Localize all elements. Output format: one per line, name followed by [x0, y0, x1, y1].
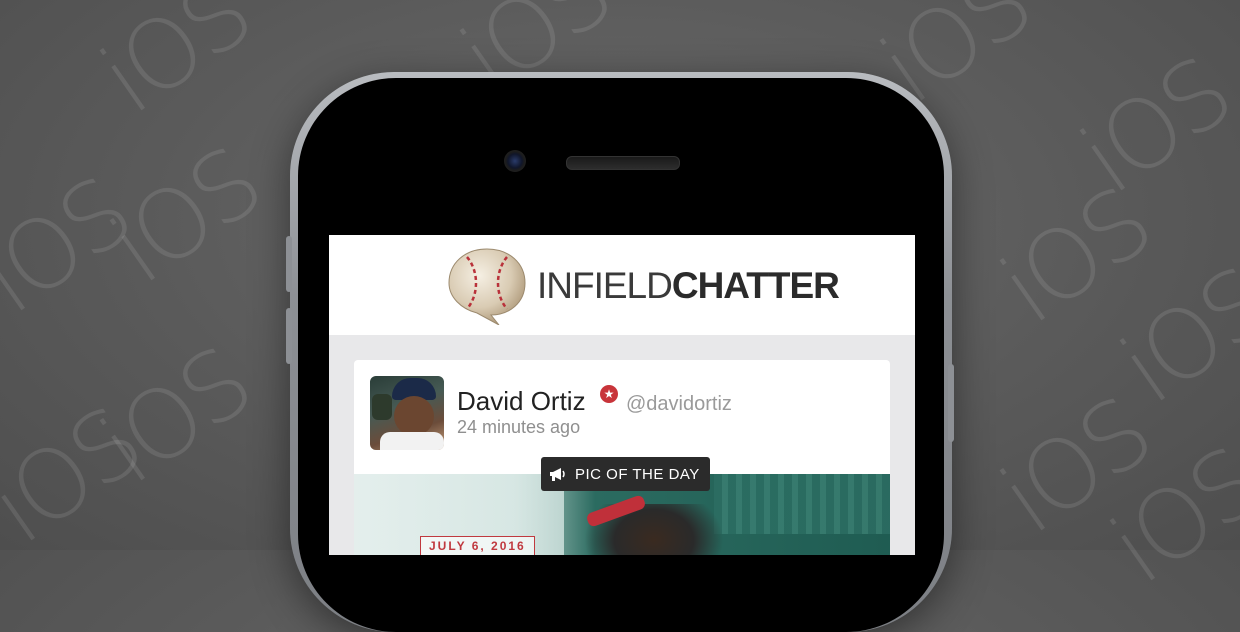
- ios-watermark: iOS: [1091, 426, 1240, 606]
- phone-screen: INFIELDCHATTER David Ortiz ★ @davidortiz…: [329, 235, 915, 555]
- ios-watermark: iOS: [91, 126, 280, 306]
- front-camera-icon: [504, 150, 526, 172]
- ios-watermark: iOS: [1101, 246, 1240, 426]
- ios-watermark: iOS: [0, 156, 150, 336]
- logo-text-thin: INFIELD: [537, 265, 673, 306]
- baseball-chat-bubble-icon: [448, 248, 526, 325]
- avatar[interactable]: [370, 376, 444, 450]
- volume-up-button: [286, 236, 292, 292]
- megaphone-icon: [550, 468, 565, 481]
- pic-of-the-day-label: PIC OF THE DAY: [575, 465, 700, 483]
- power-button: [948, 364, 954, 442]
- ios-watermark: iOS: [1061, 36, 1240, 216]
- ios-watermark: iOS: [81, 326, 270, 506]
- logo-text-bold: CHATTER: [671, 265, 840, 306]
- star-badge-icon: ★: [600, 385, 618, 403]
- ios-watermark: iOS: [981, 376, 1170, 556]
- post-user-handle[interactable]: @davidortiz: [626, 393, 732, 416]
- app-logo-wordmark: INFIELDCHATTER: [537, 265, 840, 307]
- post-user-name[interactable]: David Ortiz: [457, 386, 586, 417]
- ios-watermark: iOS: [0, 386, 160, 566]
- post-date-badge: JULY 6, 2016: [420, 536, 535, 555]
- post-timestamp: 24 minutes ago: [457, 417, 581, 437]
- app-header: INFIELDCHATTER: [329, 235, 915, 335]
- volume-down-button: [286, 308, 292, 364]
- earpiece-speaker: [566, 156, 680, 170]
- pic-of-the-day-badge: PIC OF THE DAY: [541, 457, 710, 491]
- ios-watermark: iOS: [81, 0, 270, 136]
- ios-watermark: iOS: [981, 166, 1170, 346]
